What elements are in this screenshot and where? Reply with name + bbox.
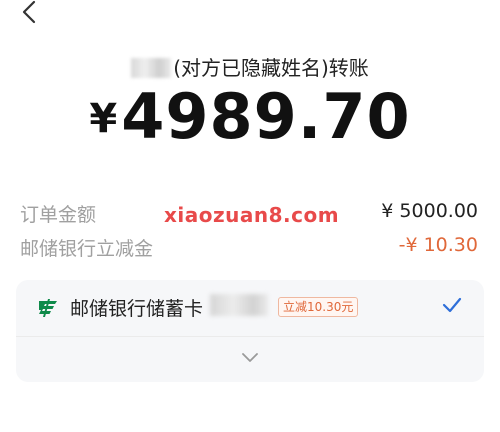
postal-savings-bank-logo-icon [39, 299, 57, 317]
amount-value: 4989.70 [121, 80, 411, 153]
payee-line: (对方已隐藏姓名)转账 [0, 52, 500, 81]
discount-value: -¥ 10.30 [398, 234, 478, 256]
discount-row: 邮储银行立减金 -¥ 10.30 [20, 234, 478, 262]
payee-name-suffix: (对方已隐藏姓名)转账 [173, 56, 369, 80]
watermark-text: xiaozuan8.com [164, 203, 340, 227]
discount-label: 邮储银行立减金 [20, 238, 154, 260]
order-amount-label: 订单金额 [20, 204, 97, 226]
payment-amount: ¥4989.70 [0, 80, 500, 153]
payment-method-option[interactable]: 邮储银行储蓄卡 立减10.30元 [16, 280, 484, 337]
masked-name [131, 58, 172, 78]
checkmark-icon [442, 297, 462, 313]
bank-card-name: 邮储银行储蓄卡 [70, 298, 204, 320]
order-amount-value: ¥ 5000.00 [381, 200, 478, 222]
back-button[interactable] [14, 0, 44, 28]
payment-method-card: 邮储银行储蓄卡 立减10.30元 [16, 280, 484, 382]
masked-card-number [210, 294, 268, 316]
promo-badge: 立减10.30元 [278, 297, 359, 317]
currency-symbol: ¥ [89, 96, 118, 142]
chevron-down-icon[interactable] [240, 350, 260, 364]
chevron-left-icon [22, 0, 36, 24]
